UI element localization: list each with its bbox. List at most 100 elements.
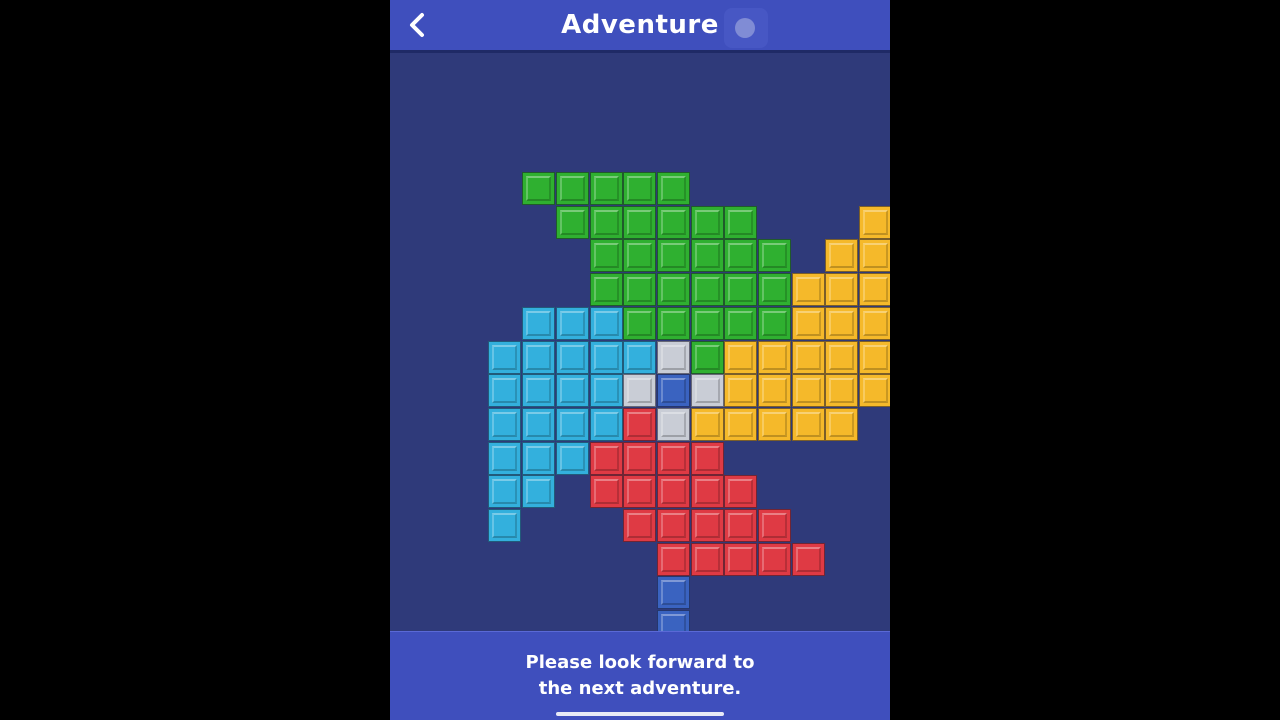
block-tile <box>656 239 690 273</box>
block-tile <box>825 273 859 307</box>
block-tile <box>522 407 556 441</box>
block-tile <box>488 407 522 441</box>
block-tile <box>656 273 690 307</box>
block-tile <box>758 273 791 307</box>
block-tile <box>623 273 657 307</box>
block-tile <box>656 172 690 205</box>
block-tile <box>825 340 859 374</box>
block-tile <box>623 374 657 408</box>
block-tile <box>724 306 758 340</box>
block-tile <box>825 407 859 441</box>
home-indicator <box>556 712 724 716</box>
block-tile <box>555 205 589 239</box>
block-tile <box>623 172 657 205</box>
block-tile <box>656 475 690 509</box>
block-tile <box>656 306 690 340</box>
block-tile <box>623 509 657 542</box>
block-tile <box>758 374 791 408</box>
block-tile <box>791 542 825 576</box>
circle-icon <box>735 18 755 38</box>
block-tile <box>589 205 623 239</box>
block-tile <box>623 441 657 475</box>
block-tile <box>623 239 657 273</box>
block-tile <box>724 509 758 542</box>
block-tile <box>589 340 623 374</box>
block-tile <box>589 441 623 475</box>
block-tile <box>825 374 859 408</box>
block-tile <box>859 306 890 340</box>
block-tile <box>791 374 825 408</box>
block-tile <box>825 306 859 340</box>
block-tile <box>690 306 724 340</box>
block-tile <box>791 306 825 340</box>
block-tile <box>791 407 825 441</box>
block-tile <box>656 205 690 239</box>
block-tile <box>656 340 690 374</box>
top-bar: Adventure <box>390 0 890 50</box>
block-tile <box>690 407 724 441</box>
block-tile <box>555 172 589 205</box>
block-tile <box>589 407 623 441</box>
block-tile <box>589 273 623 307</box>
block-tile <box>758 340 791 374</box>
block-tile <box>758 239 791 273</box>
footer-panel: Please look forward to the next adventur… <box>390 631 890 720</box>
block-tile <box>859 273 890 307</box>
game-screen: Adventure Please look forward to the nex… <box>390 0 890 720</box>
block-tile <box>555 306 589 340</box>
block-tile <box>589 172 623 205</box>
block-tile <box>859 205 890 239</box>
block-tile <box>555 407 589 441</box>
block-tile <box>690 441 724 475</box>
block-tile <box>724 407 758 441</box>
block-tile <box>656 509 690 542</box>
block-tile <box>724 205 758 239</box>
block-tile <box>623 407 657 441</box>
block-tile <box>522 306 556 340</box>
block-tile <box>690 374 724 408</box>
block-tile <box>724 542 758 576</box>
block-tile <box>859 239 890 273</box>
block-tile <box>758 542 791 576</box>
block-tile <box>758 306 791 340</box>
block-tile <box>488 475 522 509</box>
block-tile <box>623 306 657 340</box>
block-tile <box>859 374 890 408</box>
block-tile <box>589 374 623 408</box>
block-tile <box>488 340 522 374</box>
block-tile <box>825 239 859 273</box>
block-tile <box>690 239 724 273</box>
block-tile <box>488 509 522 542</box>
block-tile <box>522 340 556 374</box>
block-tile <box>859 340 890 374</box>
puzzle-board <box>390 53 890 644</box>
block-tile <box>522 441 556 475</box>
block-tile <box>656 407 690 441</box>
block-tile <box>791 340 825 374</box>
block-tile <box>555 340 589 374</box>
block-tile <box>589 306 623 340</box>
block-tile <box>656 576 690 610</box>
block-tile <box>758 407 791 441</box>
block-tile <box>690 542 724 576</box>
block-tile <box>690 509 724 542</box>
block-tile <box>758 509 791 542</box>
block-tile <box>791 273 825 307</box>
block-tile <box>690 273 724 307</box>
block-tile <box>724 374 758 408</box>
header-action-button[interactable] <box>724 8 768 48</box>
block-tile <box>623 340 657 374</box>
block-tile <box>656 441 690 475</box>
block-tile <box>522 475 556 509</box>
block-tile <box>522 172 556 205</box>
block-tile <box>690 205 724 239</box>
block-tile <box>724 239 758 273</box>
footer-message: Please look forward to the next adventur… <box>525 652 755 699</box>
block-tile <box>555 374 589 408</box>
block-tile <box>623 475 657 509</box>
block-tile <box>488 374 522 408</box>
page-title: Adventure <box>561 10 719 40</box>
block-tile <box>522 374 556 408</box>
block-tile <box>623 205 657 239</box>
block-tile <box>555 441 589 475</box>
